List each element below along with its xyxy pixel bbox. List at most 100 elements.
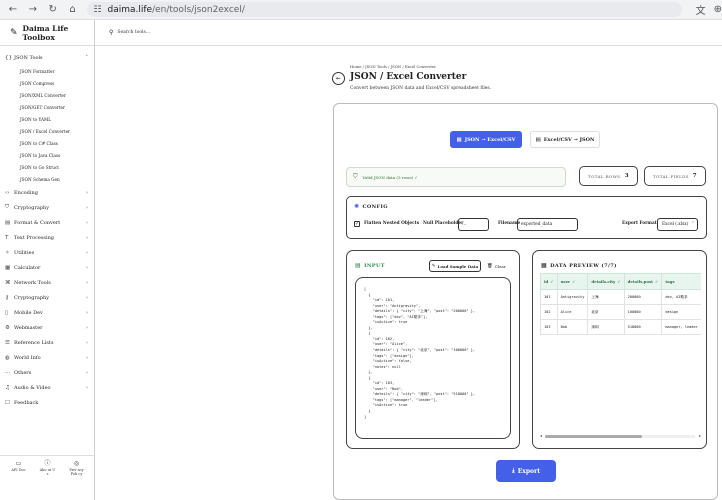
sidebar-item-text-processing[interactable]: T Text Processing › xyxy=(0,230,94,245)
tab-label: Excel/CSV → JSON xyxy=(543,136,595,143)
column-header[interactable]: id ✓ xyxy=(540,273,558,290)
chevron-right-icon: › xyxy=(86,369,88,376)
table-cell: Bob xyxy=(556,319,589,335)
sidebar-item-label: Calculator xyxy=(14,264,41,271)
about-us-button[interactable]: ⓘ Abo ut U s xyxy=(39,460,57,500)
music-icon: ♫ xyxy=(5,384,10,391)
flatten-checkbox[interactable]: ✓ xyxy=(354,221,360,227)
scrollbar-thumb[interactable] xyxy=(545,435,642,438)
info-icon: ⓘ xyxy=(44,460,51,467)
chevron-right-icon: › xyxy=(86,354,88,361)
site-info-icon[interactable]: ☷ xyxy=(93,5,101,15)
column-header[interactable]: details.post ✓ xyxy=(623,273,663,290)
input-panel: ▤ INPUT ✎ Load Sample Data 🗑 Clear [ { "… xyxy=(346,250,520,449)
column-header[interactable]: details.city ✓ xyxy=(587,273,625,290)
zoom-icon[interactable]: ⊕ xyxy=(714,4,722,15)
column-header[interactable]: tags xyxy=(661,273,701,290)
sidebar-item-format-convert[interactable]: ▤ Format & Convert › xyxy=(0,215,94,230)
text-icon: T xyxy=(5,234,9,241)
sidebar-item-label: Utilities xyxy=(14,249,35,256)
privacy-policy-button[interactable]: ◎ Priv acy Poli cy xyxy=(68,461,86,500)
sidebar-item-cryptography-2[interactable]: ⚷ Cryptography › xyxy=(0,290,94,305)
preview-title: ▦ DATA PREVIEW (7/7) xyxy=(541,262,617,269)
sidebar-item-network-tools[interactable]: ⌘ Network Tools › xyxy=(0,275,94,290)
sidebar-subitem[interactable]: JSON to Java Class xyxy=(20,149,94,161)
sidebar-item-encoding[interactable]: ‹› Encoding › xyxy=(0,185,94,200)
preview-title-text: DATA PREVIEW (7/7) xyxy=(550,262,617,269)
sidebar-subitem[interactable]: JSON to C# Class xyxy=(20,137,94,149)
clear-button[interactable]: 🗑 Clear xyxy=(487,260,506,272)
back-button[interactable]: ← xyxy=(332,72,345,85)
null-placeholder-input[interactable]: ... xyxy=(458,218,489,231)
scroll-left-icon[interactable]: ◂ xyxy=(540,433,542,438)
sidebar-subitem[interactable]: JSON/XML Converter xyxy=(20,89,94,101)
sidebar-item-label: Cryptography xyxy=(14,204,50,211)
scroll-right-icon[interactable]: ▸ xyxy=(699,433,701,438)
sidebar-item-cryptography[interactable]: ⛉ Cryptography › xyxy=(0,200,94,215)
export-format-select[interactable]: Excel (.xlsx) ˅ xyxy=(657,218,698,231)
sidebar-item-audio-video[interactable]: ♫ Audio & Video › xyxy=(0,380,94,395)
sidebar-item-webmaster[interactable]: ⚙ Webmaster › xyxy=(0,320,94,335)
sidebar-item-world-info[interactable]: ◍ World Info › xyxy=(0,350,94,365)
horizontal-scrollbar[interactable]: ◂ ▸ xyxy=(540,433,701,439)
sidebar-subitem[interactable]: JSON/GET Converter xyxy=(20,101,94,113)
grid-icon: ▦ xyxy=(541,262,548,269)
wand-icon: ✎ xyxy=(431,263,436,269)
forward-arrow-icon[interactable]: → xyxy=(26,3,40,17)
reload-icon[interactable]: ↻ xyxy=(46,3,60,17)
sidebar-item-mobile-dev[interactable]: ▯ Mobile Dev › xyxy=(0,305,94,320)
table-cell: dev, AI助手 xyxy=(661,289,701,305)
sidebar-subitem[interactable]: JSON to YAML xyxy=(20,113,94,125)
braces-icon: {} xyxy=(5,54,12,61)
table-cell: 103 xyxy=(540,319,558,335)
sidebar-item-feedback[interactable]: ☐ Feedback xyxy=(0,395,94,410)
sidebar-item-label: Network Tools xyxy=(14,279,51,286)
chevron-right-icon: › xyxy=(86,324,88,331)
chevron-right-icon: › xyxy=(86,204,88,211)
sidebar-subitem[interactable]: JSON Compress xyxy=(20,77,94,89)
column-header[interactable]: user ✓ xyxy=(556,273,589,290)
excel-to-json-tab[interactable]: ▤ Excel/CSV → JSON xyxy=(530,131,600,148)
sidebar-item-calculator[interactable]: ▦ Calculator › xyxy=(0,260,94,275)
sidebar-footer: ▭ API Doc ⓘ Abo ut U s ◎ Priv acy Poli c… xyxy=(0,455,95,500)
check-shield-icon: ⛉ xyxy=(353,173,358,180)
table-icon: ▦ xyxy=(456,136,462,143)
check-circle-icon: ✓ xyxy=(617,279,621,284)
brand[interactable]: ✎ Daima Life Toolbox xyxy=(0,20,94,46)
breadcrumb[interactable]: Home / JSON Tools / JSON / Excel Convert… xyxy=(350,64,436,69)
config-title: ✺ CONFIG xyxy=(354,203,388,210)
translate-icon[interactable]: 文 xyxy=(696,2,706,17)
sidebar-item-others[interactable]: ⋯ Others › xyxy=(0,365,94,380)
tab-label: JSON → Excel/CSV xyxy=(464,136,516,143)
chevron-right-icon: › xyxy=(86,294,88,301)
filename-input[interactable]: exported_data xyxy=(517,218,578,231)
preview-table-container[interactable]: id ✓ user ✓ details.city ✓ details.post ✓ ta… xyxy=(540,273,701,435)
stat-label: TOTAL FIELDS xyxy=(653,173,689,179)
search-input[interactable]: Search tools... xyxy=(117,30,150,35)
document-icon: ▤ xyxy=(355,262,362,269)
url-path: /en/tools/json2excel/ xyxy=(152,4,245,15)
sidebar-subitem[interactable]: JSON Schema Gen xyxy=(20,173,94,185)
clear-label: Clear xyxy=(494,263,506,269)
network-icon: ⌘ xyxy=(5,279,11,286)
page-subtitle: Convert between JSON data and Excel/CSV … xyxy=(350,86,492,91)
chevron-right-icon: › xyxy=(86,234,88,241)
load-sample-button[interactable]: ✎ Load Sample Data xyxy=(429,260,481,272)
json-to-excel-tab[interactable]: ▦ JSON → Excel/CSV xyxy=(450,131,522,148)
json-input-editor[interactable]: [ { "id": 101, "user": "Antigravity", "d… xyxy=(355,277,511,439)
sidebar-item-utilities[interactable]: ✧ Utilities › xyxy=(0,245,94,260)
api-doc-button[interactable]: ▭ API Doc xyxy=(10,461,28,500)
sidebar-subitem-active[interactable]: JSON / Excel Converter xyxy=(20,125,94,137)
back-arrow-icon[interactable]: ← xyxy=(6,3,20,17)
home-icon[interactable]: ⌂ xyxy=(66,3,80,17)
table-cell: 上海 xyxy=(587,289,625,305)
address-bar[interactable]: ☷ daima.life/en/tools/json2excel/ xyxy=(87,2,682,17)
export-format-label: Export Format xyxy=(622,221,657,226)
sidebar-subitem[interactable]: JSON to Go Struct xyxy=(20,161,94,173)
table-cell: Antigravity xyxy=(556,289,589,305)
export-button[interactable]: ⤓ Export xyxy=(496,460,556,482)
page-title: JSON / Excel Converter xyxy=(350,72,467,82)
sidebar-item-json-tools[interactable]: {} JSON Tools ˄ xyxy=(0,50,94,65)
sidebar-item-reference-lists[interactable]: ☰ Reference Lists › xyxy=(0,335,94,350)
sidebar-subitem[interactable]: JSON Formatter xyxy=(20,65,94,77)
